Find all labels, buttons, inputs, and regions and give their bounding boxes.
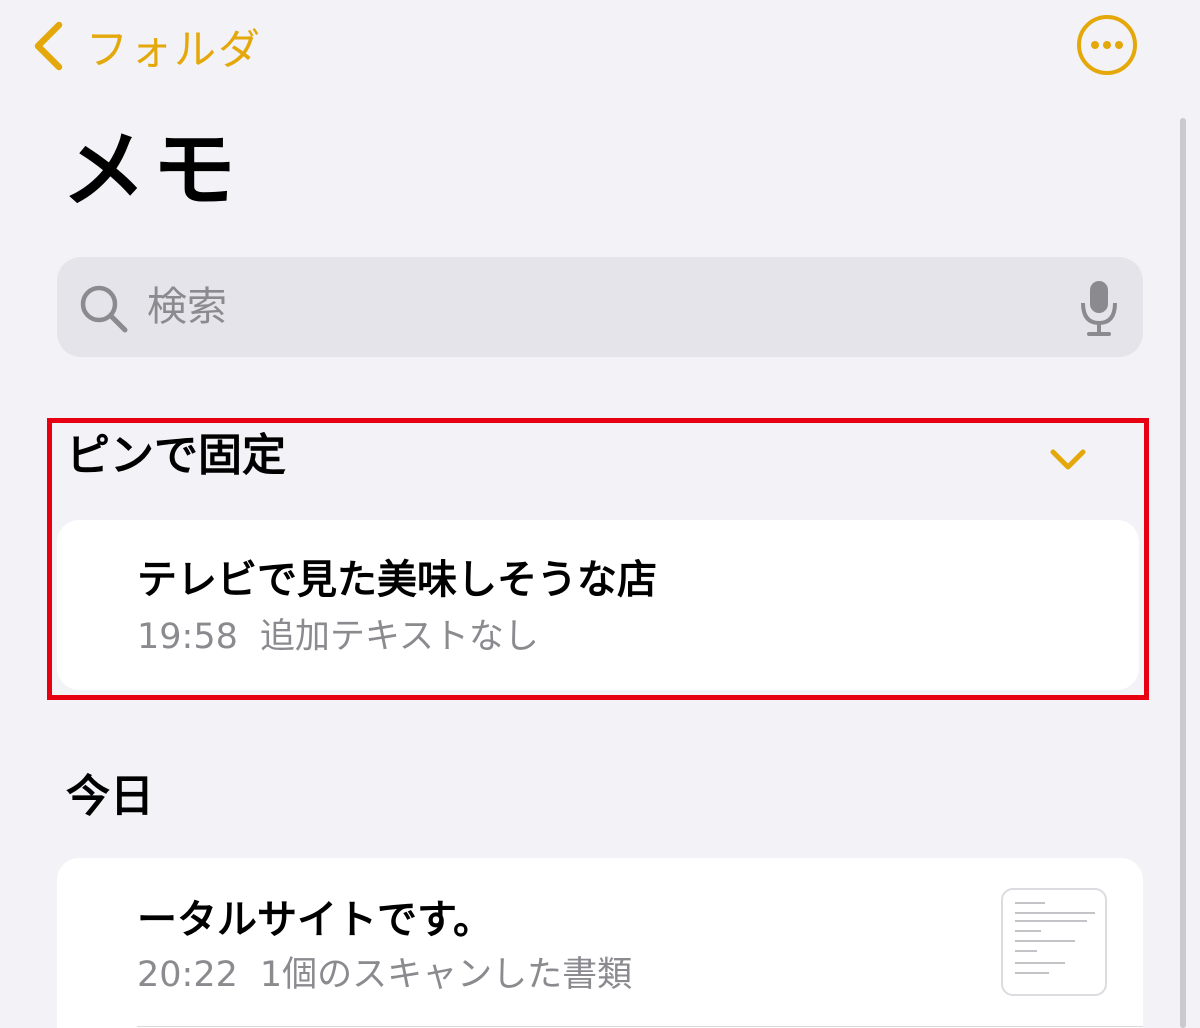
row-divider: [137, 1026, 1143, 1027]
back-button-label: フォルダ: [86, 24, 263, 74]
today-note-row[interactable]: ータルサイトです。 20:22 1個のスキャンした書類: [57, 858, 1143, 1028]
more-options-button[interactable]: [1076, 14, 1138, 76]
highlight-annotation-box: [47, 418, 1149, 700]
search-icon: [79, 284, 129, 338]
scanned-document-thumbnail: [1001, 888, 1107, 996]
note-time: 20:22: [137, 955, 238, 995]
page-title: メモ: [62, 121, 243, 219]
back-to-folders-button[interactable]: フォルダ: [32, 16, 262, 76]
scrollbar[interactable]: [1180, 118, 1186, 1028]
note-preview: 1個のスキャンした書類: [259, 955, 633, 995]
microphone-icon[interactable]: [1079, 279, 1119, 341]
notes-screen: フォルダ メモ 検索 ピンで固定 テレビで見た美味しそうな店 19:58 追加テ…: [0, 0, 1200, 1028]
today-section-header: 今日: [66, 771, 154, 822]
search-bar[interactable]: [57, 257, 1143, 357]
note-meta: 20:22 1個のスキャンした書類: [137, 958, 632, 993]
note-title: ータルサイトです。: [137, 897, 493, 943]
chevron-left-icon: [32, 20, 64, 72]
search-input[interactable]: [147, 275, 1047, 339]
ellipsis-circle-icon: [1076, 14, 1138, 76]
